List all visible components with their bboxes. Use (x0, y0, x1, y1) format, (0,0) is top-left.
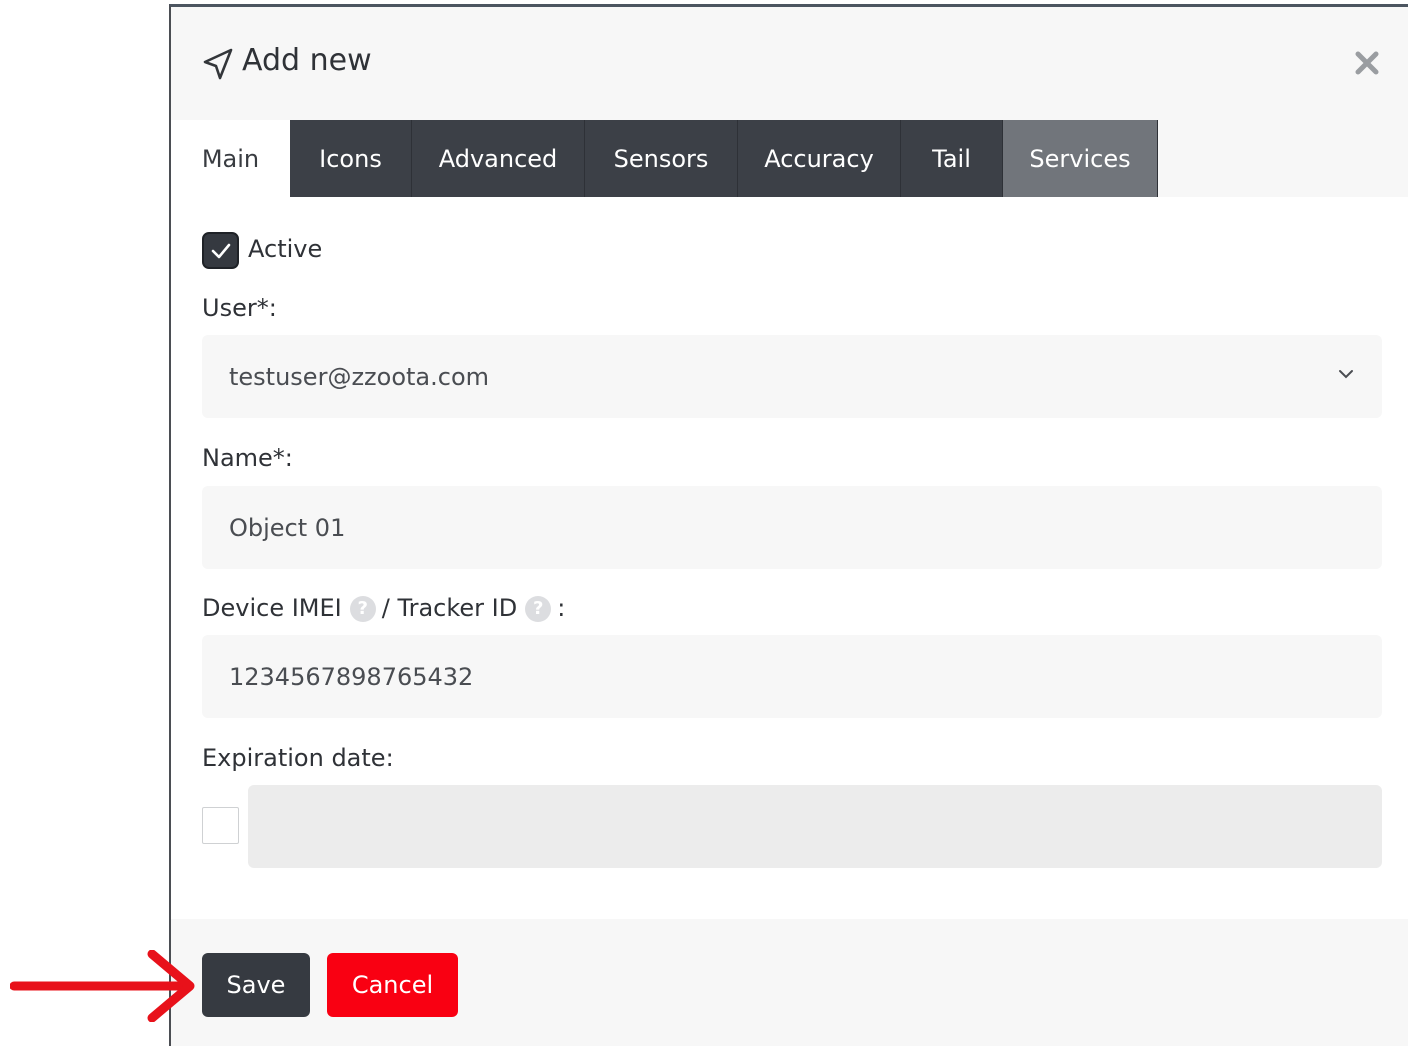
annotation-arrow-icon (10, 950, 195, 1022)
user-select-value: testuser@zzoota.com (229, 362, 490, 391)
tab-accuracy[interactable]: Accuracy (738, 120, 901, 197)
imei-label-text: Device IMEI (202, 594, 342, 622)
paper-plane-icon (203, 48, 233, 80)
name-label: Name*: (202, 444, 293, 472)
dialog-title: Add new (242, 43, 372, 78)
tab-sensors[interactable]: Sensors (585, 120, 738, 197)
tab-tail[interactable]: Tail (901, 120, 1003, 197)
tab-icons[interactable]: Icons (290, 120, 412, 197)
dialog-header: Add new (171, 7, 1408, 120)
dialog-body: Active User*: testuser@zzoota.com Name*:… (171, 197, 1408, 919)
imei-label: Device IMEI? / Tracker ID?: (202, 594, 565, 622)
user-select[interactable]: testuser@zzoota.com (202, 335, 1382, 418)
chevron-down-icon (1339, 370, 1353, 379)
tracker-id-label-text: / Tracker ID (381, 594, 518, 622)
name-input[interactable]: Object 01 (202, 486, 1382, 569)
expiration-label: Expiration date: (202, 744, 394, 772)
imei-input[interactable]: 1234567898765432 (202, 635, 1382, 718)
active-label: Active (248, 235, 323, 263)
checkmark-icon (211, 243, 231, 259)
close-icon[interactable] (1349, 45, 1385, 81)
tab-main[interactable]: Main (171, 120, 290, 197)
user-label: User*: (202, 294, 277, 322)
tab-services[interactable]: Services (1003, 120, 1158, 197)
tab-advanced[interactable]: Advanced (412, 120, 585, 197)
tracker-id-help-icon[interactable]: ? (525, 596, 552, 622)
imei-label-colon: : (557, 594, 566, 622)
imei-help-icon[interactable]: ? (349, 596, 376, 622)
add-new-dialog: Add new Main Icons Advanced Sensors Accu… (169, 4, 1408, 1046)
tab-bar: Main Icons Advanced Sensors Accuracy Tai… (171, 120, 1408, 197)
expiration-checkbox[interactable] (202, 807, 239, 844)
save-button[interactable]: Save (202, 953, 310, 1017)
active-checkbox[interactable] (202, 232, 239, 269)
cancel-button[interactable]: Cancel (327, 953, 458, 1017)
dialog-footer: Save Cancel (171, 919, 1408, 1046)
expiration-date-input[interactable] (248, 785, 1382, 868)
